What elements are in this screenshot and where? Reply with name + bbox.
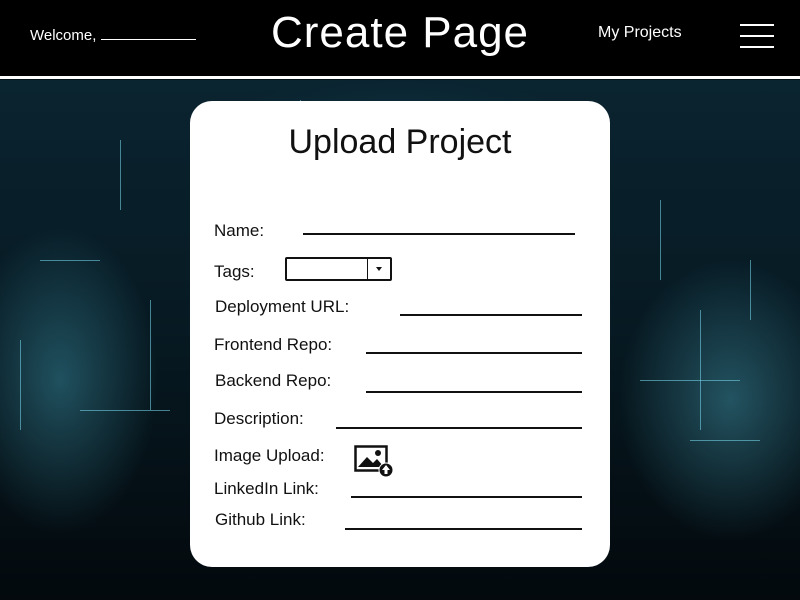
description-input[interactable] [336, 427, 582, 429]
backend-repo-label: Backend Repo: [215, 371, 332, 390]
card-title: Upload Project [288, 123, 512, 161]
github-link-label: Github Link: [215, 510, 306, 529]
image-upload-label: Image Upload: [214, 446, 325, 465]
backend-repo-input[interactable] [366, 391, 582, 393]
name-input[interactable] [303, 233, 575, 235]
deployment-url-label: Deployment URL: [215, 297, 350, 316]
linkedin-link-input[interactable] [351, 496, 582, 498]
hamburger-menu-icon[interactable] [740, 24, 774, 48]
linkedin-link-label: LinkedIn Link: [214, 479, 319, 498]
chevron-down-icon[interactable] [367, 259, 390, 279]
header-bar: Welcome, Create Page My Projects [0, 0, 800, 79]
my-projects-link[interactable]: My Projects [598, 24, 682, 42]
frontend-repo-input[interactable] [366, 352, 582, 354]
github-link-input[interactable] [345, 528, 582, 530]
image-upload-icon[interactable] [354, 445, 394, 479]
tags-label: Tags: [214, 262, 255, 281]
tags-dropdown[interactable] [285, 257, 392, 281]
frontend-repo-label: Frontend Repo: [214, 335, 333, 354]
description-label: Description: [214, 409, 304, 428]
name-label: Name: [214, 221, 265, 240]
deployment-url-input[interactable] [400, 314, 582, 316]
upload-project-card: Upload Project Name: Tags: Deployment UR… [190, 101, 610, 567]
